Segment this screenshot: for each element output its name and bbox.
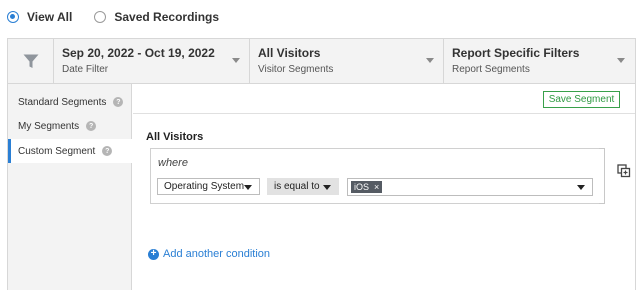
condition-group: where Operating System is equal to iOS × [150,148,601,204]
condition-field-dropdown[interactable]: Operating System [157,178,260,195]
condition-operator-value: is equal to [274,181,320,192]
view-mode-radio-group: View All Saved Recordings [7,8,241,26]
report-segments-label: Report Segments [452,64,530,75]
segment-panel: Sep 20, 2022 - Oct 19, 2022 Date Filter … [7,38,636,290]
sidebar-item-label: Standard Segments [18,96,107,108]
sidebar-item-my-segments[interactable]: My Segments ? [8,114,132,138]
add-condition-label: Add another condition [163,248,271,260]
segment-editor: Save Segment All Visitors where Operatin… [133,84,635,290]
add-condition-link[interactable]: + Add another condition [148,248,270,260]
help-icon[interactable]: ? [113,97,124,107]
caret-down-icon [323,185,331,190]
funnel-icon [23,54,38,68]
save-toolbar: Save Segment [133,84,635,114]
chevron-down-icon [426,58,434,63]
condition-operator-dropdown[interactable]: is equal to [267,178,339,195]
visitor-segments-label: Visitor Segments [258,64,334,75]
filter-toggle-button[interactable] [8,39,54,83]
radio-selected-icon[interactable] [7,11,19,23]
sidebar-item-label: My Segments [18,120,80,132]
view-all-radio[interactable]: View All [7,10,72,24]
report-filter-value: Report Specific Filters [452,46,580,60]
segment-sidebar: Standard Segments ? My Segments ? Custom… [8,84,132,290]
visitor-segments-dropdown[interactable]: All Visitors Visitor Segments [250,39,444,83]
condition-field-value: Operating System [164,181,245,192]
plus-circle-icon: + [148,248,159,260]
duplicate-icon[interactable] [617,164,631,178]
visitor-segment-value: All Visitors [258,46,321,60]
report-filters-dropdown[interactable]: Report Specific Filters Report Segments [444,39,634,83]
view-all-label: View All [27,10,73,24]
help-icon[interactable]: ? [86,121,97,131]
date-range-value: Sep 20, 2022 - Oct 19, 2022 [62,46,215,60]
value-tag: iOS × [351,181,383,193]
value-tag-label: iOS [354,182,370,192]
date-filter-label: Date Filter [62,64,109,75]
sidebar-item-standard-segments[interactable]: Standard Segments ? [8,90,132,114]
where-label: where [158,157,188,169]
date-filter-dropdown[interactable]: Sep 20, 2022 - Oct 19, 2022 Date Filter [54,39,250,83]
radio-unselected-icon[interactable] [94,11,107,23]
group-bracket [599,148,605,204]
sidebar-item-custom-segment[interactable]: Custom Segment ? [8,139,132,163]
save-segment-button[interactable]: Save Segment [543,91,620,108]
saved-recordings-label: Saved Recordings [114,10,220,24]
chevron-down-icon [617,58,625,63]
saved-recordings-radio[interactable]: Saved Recordings [94,10,219,24]
caret-down-icon [244,185,252,190]
help-icon[interactable]: ? [102,146,113,156]
sidebar-item-label: Custom Segment [18,145,96,157]
segment-title: All Visitors [146,131,204,143]
condition-value-select[interactable]: iOS × [347,178,593,196]
caret-down-icon[interactable] [577,185,585,190]
filter-bar: Sep 20, 2022 - Oct 19, 2022 Date Filter … [8,39,635,84]
chevron-down-icon [232,58,240,63]
remove-tag-icon[interactable]: × [374,182,379,192]
